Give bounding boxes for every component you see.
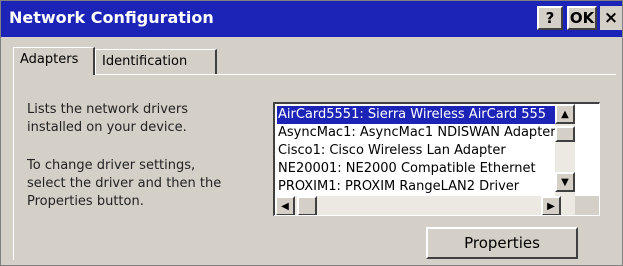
scroll-up-icon[interactable]: ▲ [555,104,575,124]
tab-identification[interactable]: Identification [95,49,217,75]
scroll-down-icon[interactable]: ▼ [555,172,575,192]
list-item[interactable]: AirCard5551: Sierra Wireless AirCard 555 [277,106,555,124]
description-line: Lists the network drivers [27,102,189,117]
list-item[interactable]: PROXIM1: PROXIM RangeLAN2 Driver [277,178,555,196]
description-installed: Lists the network drivers installed on y… [27,101,257,137]
description-line: Properties button. [27,194,144,209]
description-line: select the driver and then the [27,176,222,191]
scrollbar-corner [575,196,599,215]
description-line: To change driver settings, [27,158,196,173]
adapters-listbox[interactable]: AirCard5551: Sierra Wireless AirCard 555… [273,102,600,216]
vertical-scrollbar[interactable]: ▲ ▼ [555,104,575,196]
horizontal-scrollbar[interactable]: ◀ ▶ [275,196,575,215]
horizontal-scroll-thumb[interactable] [297,196,317,215]
window-title: Network Configuration [9,8,214,27]
scroll-left-icon[interactable]: ◀ [275,196,295,215]
tab-adapters[interactable]: Adapters [13,47,95,75]
help-button[interactable]: ? [537,6,563,30]
properties-button[interactable]: Properties [426,227,578,259]
description-line: installed on your device. [27,120,187,135]
adapters-list-rows: AirCard5551: Sierra Wireless AirCard 555… [277,106,555,198]
title-bar: Network Configuration ? OK × [1,1,622,37]
list-item[interactable]: AsyncMac1: AsyncMac1 NDISWAN Adapter [277,124,555,142]
description-instructions: To change driver settings, select the dr… [27,157,267,211]
vertical-scroll-thumb[interactable] [555,126,575,142]
ok-button[interactable]: OK [567,6,597,30]
scroll-right-icon[interactable]: ▶ [541,196,561,215]
close-button[interactable]: × [600,6,622,30]
list-item[interactable]: NE20001: NE2000 Compatible Ethernet [277,160,555,178]
network-configuration-window: Network Configuration ? OK × Adapters Id… [0,0,623,266]
list-item[interactable]: Cisco1: Cisco Wireless Lan Adapter [277,142,555,160]
